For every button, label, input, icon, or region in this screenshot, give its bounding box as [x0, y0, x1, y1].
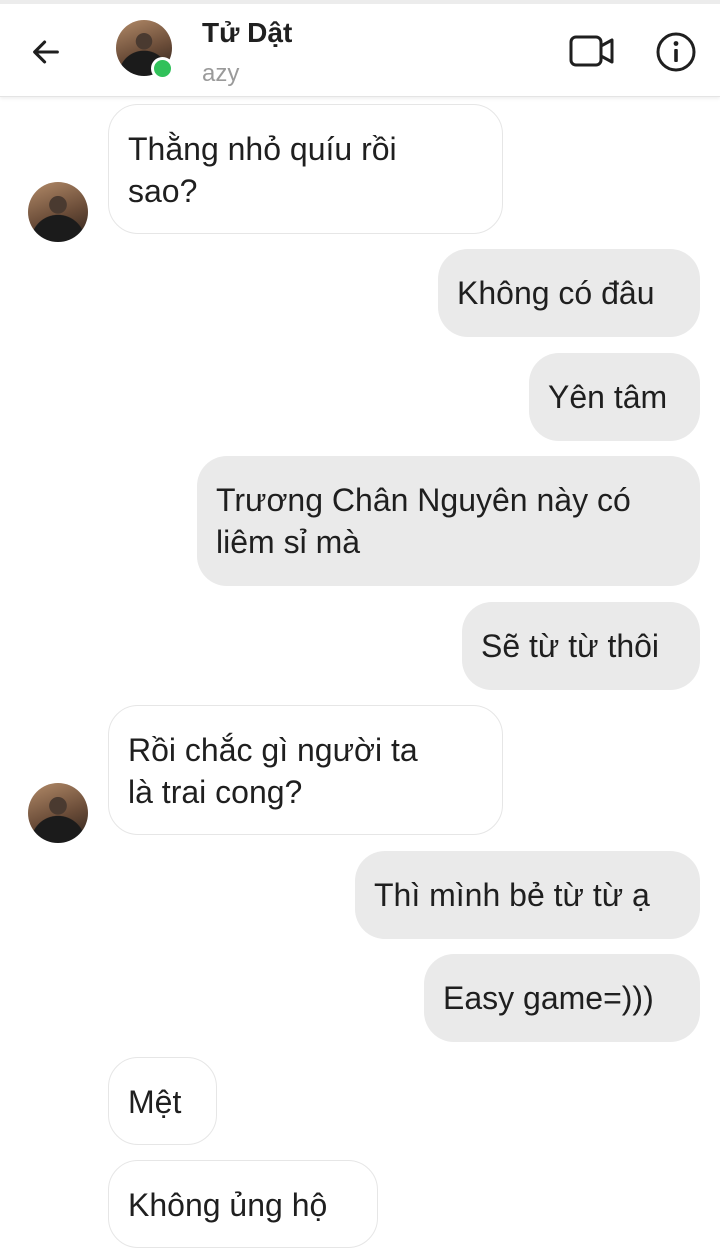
back-button[interactable] [22, 28, 70, 76]
message-bubble-incoming[interactable]: Thằng nhỏ quíu rồi sao? [108, 104, 503, 234]
message-bubble-incoming[interactable]: Mệt [108, 1057, 217, 1145]
contact-avatar[interactable] [116, 20, 174, 80]
chat-header: Tử Dật azy [0, 4, 720, 97]
sender-avatar[interactable] [28, 182, 88, 242]
online-status-dot [151, 57, 174, 80]
message-bubble-outgoing[interactable]: Không có đâu [438, 249, 700, 337]
message-bubble-incoming[interactable]: Không ủng hộ [108, 1160, 378, 1248]
message-bubble-outgoing[interactable]: Trương Chân Nguyên này có liêm sỉ mà [197, 456, 700, 586]
video-call-button[interactable] [566, 28, 618, 74]
message-bubble-outgoing[interactable]: Thì mình bẻ từ từ ạ [355, 851, 700, 939]
message-bubble-outgoing[interactable]: Yên tâm [529, 353, 700, 441]
message-list: Thằng nhỏ quíu rồi sao? Không có đâu Yên… [0, 0, 720, 1251]
arrow-left-icon [33, 40, 59, 64]
contact-name[interactable]: Tử Dật [202, 17, 292, 49]
message-bubble-outgoing[interactable]: Sẽ từ từ thôi [462, 602, 700, 690]
info-circle-icon [656, 32, 696, 72]
video-camera-icon [569, 35, 614, 67]
contact-subtitle: azy [202, 60, 240, 87]
sender-avatar[interactable] [28, 783, 88, 843]
info-button[interactable] [652, 28, 700, 76]
message-bubble-outgoing[interactable]: Easy game=))) [424, 954, 700, 1042]
message-bubble-incoming[interactable]: Rồi chắc gì người ta là trai cong? [108, 705, 503, 835]
